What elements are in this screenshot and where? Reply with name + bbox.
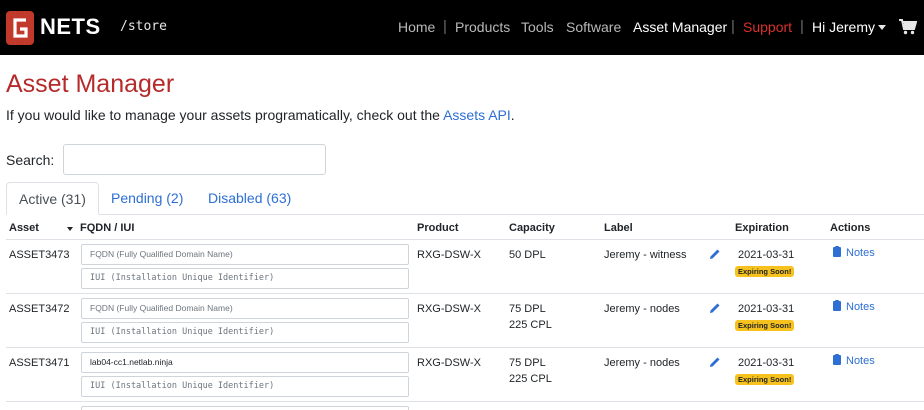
- nav-home[interactable]: Home: [398, 19, 435, 35]
- row-expiration: 2021-03-31: [738, 357, 795, 369]
- brand-name[interactable]: NETS: [40, 14, 101, 40]
- tab-active[interactable]: Active (31): [6, 182, 99, 215]
- notes-label: Notes: [846, 301, 875, 313]
- nav-support[interactable]: Support: [743, 19, 792, 35]
- nav-separator: |: [800, 18, 804, 35]
- nav-separator: |: [443, 18, 447, 35]
- clipboard-icon: [833, 246, 841, 257]
- notes-button[interactable]: Notes: [833, 300, 875, 313]
- tab-pending[interactable]: Pending (2): [99, 182, 195, 215]
- column-header-fqdn: FQDN / IUI: [80, 222, 135, 234]
- pencil-icon[interactable]: [709, 248, 721, 260]
- fqdn-input[interactable]: FQDN (Fully Qualified Domain Name): [81, 244, 409, 265]
- tab-disabled[interactable]: Disabled (63): [196, 182, 303, 215]
- column-header-expiration: Expiration: [735, 222, 789, 234]
- row-product: RXG-DSW-X: [417, 249, 481, 261]
- clipboard-icon: [833, 300, 841, 311]
- fqdn-input[interactable]: FQDN (Fully Qualified Domain Name): [81, 298, 409, 319]
- row-divider: [6, 347, 924, 348]
- row-asset-id: ASSET3471: [9, 357, 70, 369]
- pencil-icon[interactable]: [709, 302, 721, 314]
- nav-tools[interactable]: Tools: [521, 19, 554, 35]
- top-navbar: NETS /store Home | Products Tools Softwa…: [0, 0, 924, 55]
- iui-input[interactable]: IUI (Installation Unique Identifier): [81, 268, 409, 289]
- column-header-asset[interactable]: Asset: [9, 222, 39, 234]
- intro-text: If you would like to manage your assets …: [6, 107, 515, 123]
- sort-down-icon[interactable]: [67, 227, 73, 231]
- row-asset-id: ASSET3473: [9, 249, 70, 261]
- column-header-label: Label: [604, 222, 633, 234]
- nav-asset-manager[interactable]: Asset Manager: [633, 19, 727, 35]
- search-input[interactable]: [63, 144, 326, 175]
- intro-text-end: .: [510, 107, 515, 123]
- nav-separator: |: [731, 18, 735, 35]
- row-capacity: 75 DPL: [509, 357, 546, 369]
- chevron-down-icon[interactable]: [878, 25, 886, 30]
- row-capacity-secondary: 225 CPL: [509, 319, 552, 331]
- row-capacity: 50 DPL: [509, 249, 546, 261]
- fqdn-input[interactable]: lab04-cc1.netlab.ninja: [81, 352, 409, 373]
- expiring-soon-badge: Expiring Soon!: [735, 266, 795, 277]
- table-header-divider: [6, 239, 924, 240]
- iui-input[interactable]: IUI (Installation Unique Identifier): [81, 376, 409, 397]
- page-title: Asset Manager: [6, 70, 175, 98]
- row-label: Jeremy - nodes: [604, 303, 680, 315]
- notes-label: Notes: [846, 247, 875, 259]
- row-capacity-secondary: 225 CPL: [509, 373, 552, 385]
- row-product: RXG-DSW-X: [417, 357, 481, 369]
- nav-products[interactable]: Products: [455, 19, 510, 35]
- row-product: RXG-DSW-X: [417, 303, 481, 315]
- row-asset-id: ASSET3472: [9, 303, 70, 315]
- expiring-soon-badge: Expiring Soon!: [735, 320, 795, 331]
- intro-text-body: If you would like to manage your assets …: [6, 107, 444, 123]
- column-header-capacity: Capacity: [509, 222, 555, 234]
- notes-label: Notes: [846, 355, 875, 367]
- assets-api-link[interactable]: Assets API: [443, 107, 511, 123]
- clipboard-icon: [833, 354, 841, 365]
- row-capacity: 75 DPL: [509, 303, 546, 315]
- shopping-cart-icon[interactable]: [899, 19, 917, 35]
- nav-software[interactable]: Software: [566, 19, 621, 35]
- row-divider: [6, 293, 924, 294]
- column-header-product: Product: [417, 222, 459, 234]
- row-expiration: 2021-03-31: [738, 249, 795, 261]
- fqdn-input[interactable]: [81, 406, 409, 410]
- store-path: /store: [120, 19, 167, 34]
- brand-logo-icon[interactable]: [6, 11, 34, 45]
- notes-button[interactable]: Notes: [833, 354, 875, 367]
- search-label: Search:: [6, 152, 55, 168]
- column-header-actions: Actions: [830, 222, 871, 234]
- user-menu[interactable]: Hi Jeremy: [812, 19, 875, 35]
- iui-input[interactable]: IUI (Installation Unique Identifier): [81, 322, 409, 343]
- row-expiration: 2021-03-31: [738, 303, 795, 315]
- row-label: Jeremy - witness: [604, 249, 687, 261]
- expiring-soon-badge: Expiring Soon!: [735, 374, 795, 385]
- notes-button[interactable]: Notes: [833, 246, 875, 259]
- pencil-icon[interactable]: [709, 356, 721, 368]
- row-divider: [6, 401, 924, 402]
- row-label: Jeremy - nodes: [604, 357, 680, 369]
